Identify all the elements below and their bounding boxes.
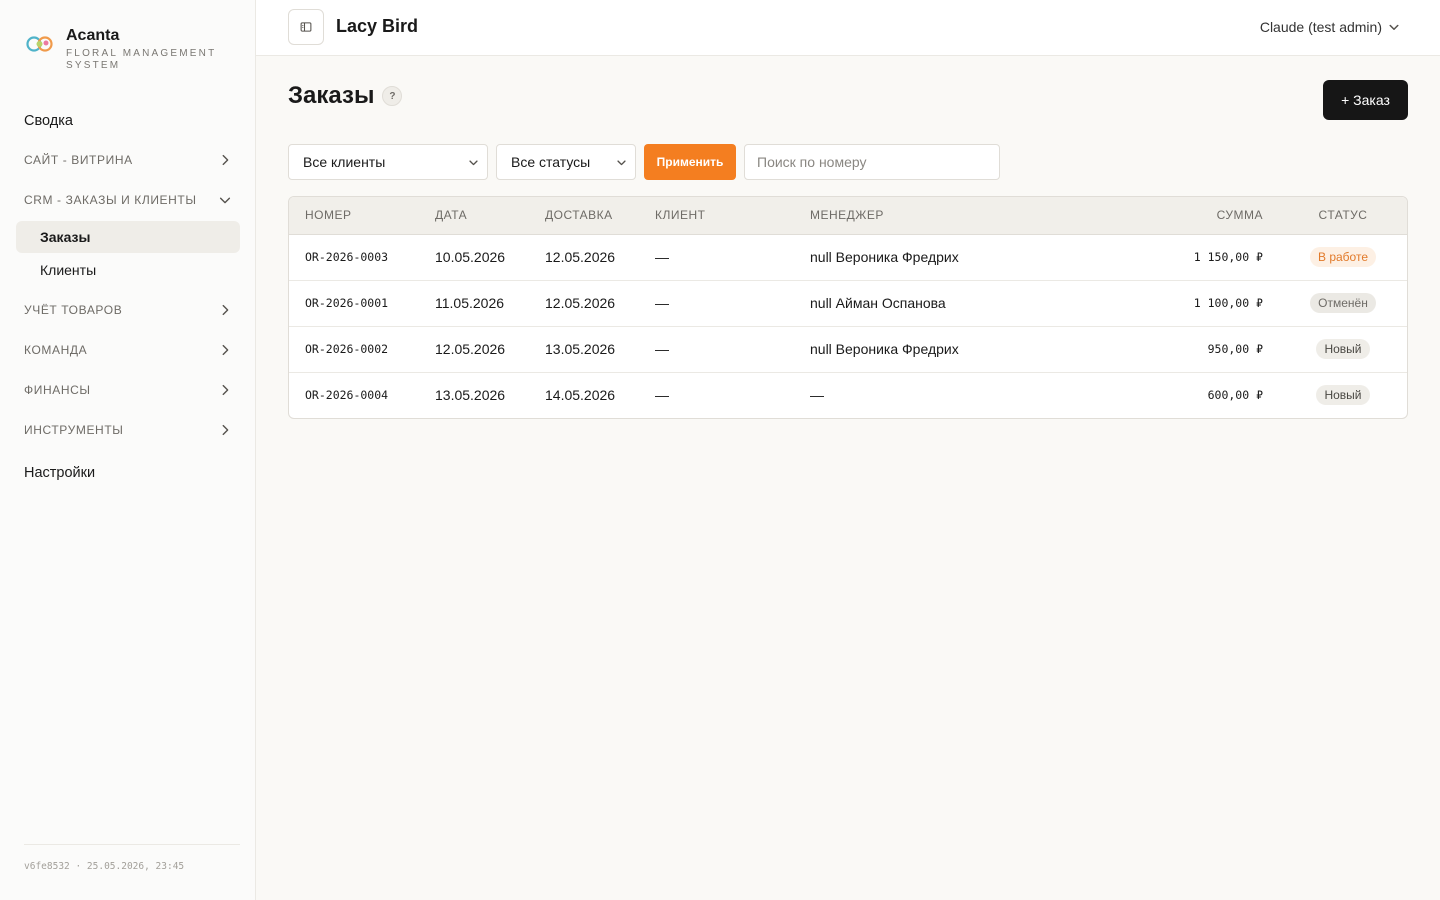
order-delivery: 12.05.2026 xyxy=(529,279,639,326)
sidebar-item-label: Настройки xyxy=(24,465,96,481)
sidebar-group-label: ИНСТРУМЕНТЫ xyxy=(24,423,124,437)
order-number[interactable]: OR-2026-0002 xyxy=(289,325,419,372)
brand-name: Acanta xyxy=(66,27,120,44)
order-status: Новый xyxy=(1279,371,1407,418)
order-sum: 950,00 ₽ xyxy=(1094,325,1279,372)
status-badge: Новый xyxy=(1316,339,1370,359)
sidebar-item-orders[interactable]: Заказы xyxy=(16,221,240,253)
sidebar-group-label: УЧЁТ ТОВАРОВ xyxy=(24,303,123,317)
sidebar-item-label: Сводка xyxy=(24,113,73,129)
new-order-button[interactable]: + Заказ xyxy=(1323,80,1408,120)
order-number[interactable]: OR-2026-0001 xyxy=(289,279,419,326)
column-header-status[interactable]: СТАТУС xyxy=(1279,197,1407,235)
order-status: Новый xyxy=(1279,325,1407,372)
statuses-select-value: Все статусы xyxy=(511,154,591,170)
sidebar-item-label: Заказы xyxy=(40,229,91,245)
order-manager: null Вероника Фредрих xyxy=(794,325,1094,372)
sidebar-item-settings[interactable]: Настройки xyxy=(16,454,240,492)
chevron-down-icon xyxy=(469,159,478,165)
order-date: 12.05.2026 xyxy=(419,325,529,372)
topbar: Lacy Bird Claude (test admin) xyxy=(256,0,1440,56)
clients-select[interactable]: Все клиенты xyxy=(288,144,488,180)
acanta-logo-icon xyxy=(26,36,53,52)
sidebar-item-label: Клиенты xyxy=(40,262,97,278)
order-manager: — xyxy=(794,371,1094,418)
order-sum: 1 100,00 ₽ xyxy=(1094,279,1279,326)
order-date: 11.05.2026 xyxy=(419,279,529,326)
order-delivery: 14.05.2026 xyxy=(529,371,639,418)
column-header-delivery[interactable]: ДОСТАВКА xyxy=(529,197,639,235)
statuses-select[interactable]: Все статусы xyxy=(496,144,636,180)
column-header-date[interactable]: ДАТА xyxy=(419,197,529,235)
order-status: В работе xyxy=(1279,234,1407,280)
order-delivery: 12.05.2026 xyxy=(545,249,616,265)
brand[interactable]: Acanta FLORAL MANAGEMENT SYSTEM xyxy=(24,26,226,72)
status-badge: Новый xyxy=(1316,385,1370,406)
sidebar-nav: Сводка САЙТ - ВИТРИНА CRM - ЗАКАЗЫ И КЛИ… xyxy=(16,102,240,492)
order-manager: null Вероника Фредрих xyxy=(810,249,959,265)
sidebar-group-finance[interactable]: ФИНАНСЫ xyxy=(16,370,240,410)
chevron-down-icon xyxy=(1389,24,1399,30)
order-manager: null Айман Оспанова xyxy=(794,279,1094,326)
order-date: 13.05.2026 xyxy=(419,371,529,418)
column-header-sum[interactable]: СУММА xyxy=(1094,197,1279,235)
sidebar-group-crm[interactable]: CRM - ЗАКАЗЫ И КЛИЕНТЫ xyxy=(16,180,240,220)
sidebar-group-label: КОМАНДА xyxy=(24,343,88,357)
help-icon[interactable]: ? xyxy=(382,86,403,106)
table-row[interactable]: OR-2026-0004 13.05.2026 14.05.2026 — — 6… xyxy=(289,371,1407,418)
chevron-right-icon xyxy=(222,424,229,436)
order-number[interactable]: OR-2026-0003 xyxy=(289,234,419,280)
column-header-client[interactable]: КЛИЕНТ xyxy=(639,197,794,235)
order-search-input[interactable] xyxy=(744,144,1000,180)
order-sum: 600,00 ₽ xyxy=(1094,371,1279,418)
order-client: — xyxy=(639,371,794,418)
sidebar-panel-icon xyxy=(300,22,312,32)
sidebar-group-team[interactable]: КОМАНДА xyxy=(16,330,240,370)
filters-bar: Все клиенты Все статусы Применить xyxy=(288,144,1000,180)
order-client: — xyxy=(639,279,794,326)
order-client: — xyxy=(639,325,794,372)
sidebar: Acanta FLORAL MANAGEMENT SYSTEM Сводка С… xyxy=(0,0,256,900)
status-badge: Отменён xyxy=(1310,293,1376,313)
table-row[interactable]: OR-2026-0003 10.05.2026 12.05.2026 — nul… xyxy=(289,234,1407,280)
main-content: Заказы ? + Заказ Все клиенты Все статусы… xyxy=(256,56,1440,900)
user-name: Claude (test admin) xyxy=(1259,19,1382,35)
sidebar-group-inventory[interactable]: УЧЁТ ТОВАРОВ xyxy=(16,290,240,330)
apply-button[interactable]: Применить xyxy=(644,144,736,180)
user-menu[interactable]: Claude (test admin) xyxy=(1260,19,1400,35)
table-header-row: НОМЕР ДАТА ДОСТАВКА КЛИЕНТ МЕНЕДЖЕР СУММ… xyxy=(289,197,1407,235)
page-title-text: Заказы xyxy=(288,82,375,109)
sidebar-group-site[interactable]: САЙТ - ВИТРИНА xyxy=(16,140,240,180)
chevron-right-icon xyxy=(222,154,229,166)
order-sum: 1 150,00 ₽ xyxy=(1193,250,1263,264)
order-status: Отменён xyxy=(1279,279,1407,326)
order-number[interactable]: OR-2026-0004 xyxy=(289,371,419,418)
version-info: v6fe8532 · 25.05.2026, 23:45 xyxy=(24,844,240,872)
sidebar-group-label: CRM - ЗАКАЗЫ И КЛИЕНТЫ xyxy=(24,193,197,207)
order-date: 10.05.2026 xyxy=(435,249,506,265)
chevron-down-icon xyxy=(617,159,626,165)
orders-table: НОМЕР ДАТА ДОСТАВКА КЛИЕНТ МЕНЕДЖЕР СУММ… xyxy=(288,196,1408,419)
chevron-right-icon xyxy=(222,384,229,396)
brand-subtitle: FLORAL MANAGEMENT SYSTEM xyxy=(66,48,217,71)
table-row[interactable]: OR-2026-0001 11.05.2026 12.05.2026 — nul… xyxy=(289,279,1407,326)
sidebar-group-label: САЙТ - ВИТРИНА xyxy=(24,153,133,167)
chevron-down-icon xyxy=(219,197,231,204)
sidebar-group-label: ФИНАНСЫ xyxy=(24,383,91,397)
page-title: Заказы ? xyxy=(288,82,403,110)
order-delivery: 13.05.2026 xyxy=(529,325,639,372)
chevron-right-icon xyxy=(222,304,229,316)
table-row[interactable]: OR-2026-0002 12.05.2026 13.05.2026 — nul… xyxy=(289,325,1407,372)
sidebar-item-summary[interactable]: Сводка xyxy=(16,102,240,140)
column-header-manager[interactable]: МЕНЕДЖЕР xyxy=(794,197,1094,235)
order-client: — xyxy=(655,249,669,265)
clients-select-value: Все клиенты xyxy=(303,154,386,170)
shop-name: Lacy Bird xyxy=(336,16,419,36)
chevron-right-icon xyxy=(222,344,229,356)
sidebar-group-tools[interactable]: ИНСТРУМЕНТЫ xyxy=(16,410,240,450)
column-header-number[interactable]: НОМЕР xyxy=(289,197,419,235)
sidebar-item-clients[interactable]: Клиенты xyxy=(16,254,240,286)
status-badge: В работе xyxy=(1309,247,1376,267)
sidebar-toggle-button[interactable] xyxy=(288,9,324,45)
